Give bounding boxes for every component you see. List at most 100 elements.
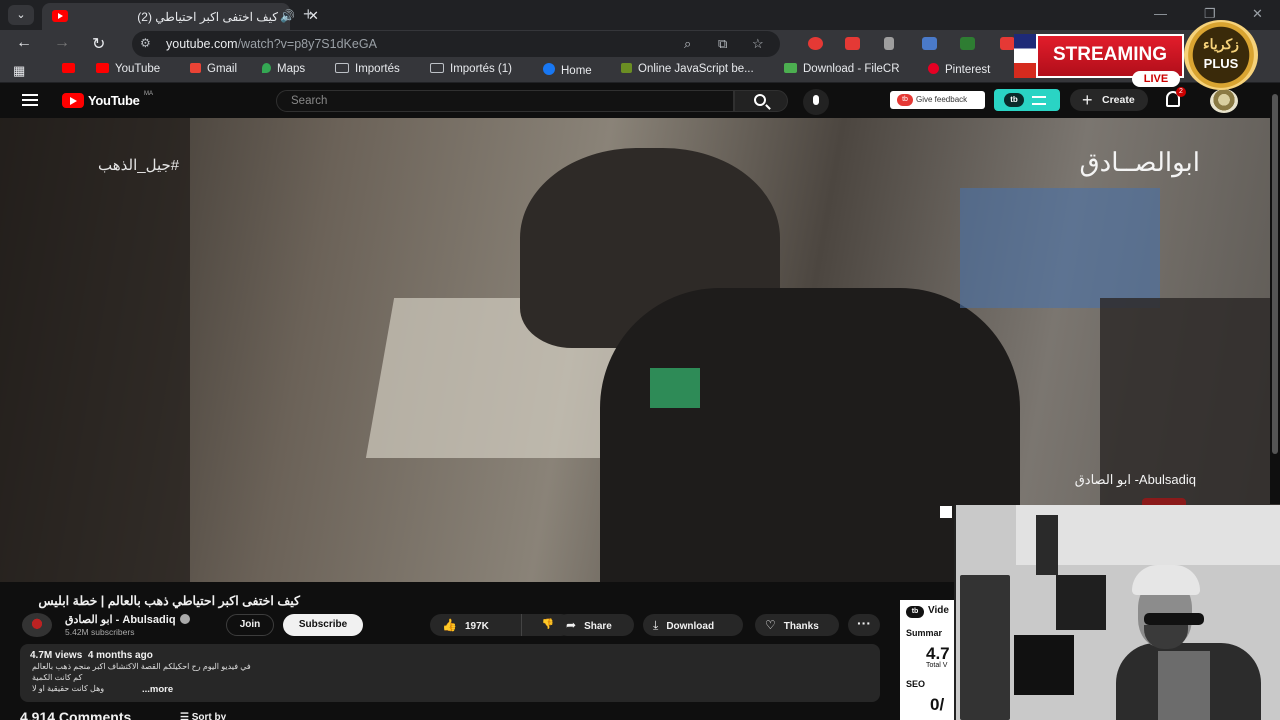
- live-label: LIVE: [1132, 71, 1180, 87]
- bookmark-star-icon[interactable]: ☆: [752, 36, 764, 52]
- thumbs-up-icon: 👍: [442, 618, 457, 632]
- youtube-header: YouTube MA Search Give feedback tb +Crea…: [0, 84, 1280, 118]
- sort-comments-button[interactable]: ☰ Sort by: [180, 712, 226, 720]
- video-screen-monitor: [960, 188, 1160, 308]
- reload-icon[interactable]: ↻: [92, 34, 105, 54]
- tab-title: كيف اختفى اكبر احتياطي (2): [137, 10, 278, 24]
- bookmark-folder-importes-1[interactable]: Importés (1): [430, 63, 512, 75]
- plus-arabic-text: زكرياء: [1203, 36, 1239, 52]
- panel-seo-value: 0/: [930, 695, 945, 714]
- account-avatar[interactable]: [1210, 89, 1238, 113]
- panel-seo-label: SEO: [906, 679, 926, 689]
- new-tab-button[interactable]: +: [303, 4, 314, 25]
- more-actions-button[interactable]: ···: [848, 614, 880, 636]
- bookmark-online-javascript[interactable]: Online JavaScript be...: [621, 63, 754, 75]
- extension-red-icon[interactable]: [808, 37, 823, 50]
- extension-translate-icon[interactable]: [922, 37, 937, 50]
- search-input[interactable]: Search: [276, 90, 734, 112]
- description-line: وهل كانت حقيقية او لا: [32, 684, 105, 693]
- tubebuddy-panel: tb Vide Summar 4.7 Total V SEO 0/: [900, 600, 954, 720]
- page-scrollbar[interactable]: [1270, 84, 1280, 504]
- address-bar[interactable]: ⚙ youtube.com/watch?v=p8y7S1dKeGA ⌕ ⧉ ☆: [132, 31, 780, 57]
- bookmark-youtube-small[interactable]: [62, 63, 81, 75]
- thanks-button[interactable]: ♡ Thanks: [755, 614, 839, 636]
- description-line: كم كانت الكمية: [32, 673, 83, 682]
- tubebuddy-menu-button[interactable]: tb: [994, 89, 1060, 111]
- youtube-wordmark[interactable]: YouTube: [88, 93, 140, 108]
- search-button[interactable]: [734, 90, 788, 112]
- video-credit: ابو الصادق -Abulsadiq: [1074, 472, 1196, 487]
- minimize-icon[interactable]: —: [1154, 6, 1167, 21]
- bookmark-pinterest[interactable]: Pinterest: [928, 63, 990, 76]
- subscribe-button[interactable]: Subscribe: [283, 614, 363, 636]
- flag-graphic: [1014, 34, 1036, 78]
- speaker-icon[interactable]: 🔊: [280, 9, 295, 23]
- share-button[interactable]: ➦ Share: [556, 614, 634, 636]
- youtube-logo-icon[interactable]: [62, 93, 84, 108]
- tubebuddy-logo-icon: tb: [1004, 93, 1024, 107]
- extension-tb-icon[interactable]: [845, 37, 860, 50]
- tab-search-button[interactable]: ⌄: [8, 5, 34, 25]
- plus-text: PLUS: [1203, 56, 1239, 71]
- folder-icon: [335, 63, 349, 73]
- extension-green-icon[interactable]: [960, 37, 975, 50]
- menu-lines-icon: [1032, 96, 1046, 105]
- apps-grid-icon[interactable]: ▦: [13, 63, 25, 79]
- voice-search-button[interactable]: [803, 89, 829, 115]
- gmail-icon: [190, 63, 201, 73]
- webcam-monitor: [1014, 635, 1074, 695]
- webcam-equipment-box: [1056, 575, 1106, 630]
- cast-icon[interactable]: ⧉: [718, 36, 727, 52]
- download-button[interactable]: ⤓ Download: [643, 614, 743, 636]
- forward-arrow-icon[interactable]: →: [54, 34, 70, 52]
- channel-name[interactable]: ابو الصادق - Abulsadiq: [65, 613, 190, 626]
- youtube-favicon-icon: [52, 10, 68, 22]
- search-icon: [754, 94, 766, 106]
- webcam-speaker: [1036, 515, 1058, 575]
- search-placeholder: Search: [291, 95, 328, 107]
- browser-tab-strip: ⌄ كيف اختفى اكبر احتياطي (2) 🔊 ✕ + — ❐ ✕: [0, 0, 1280, 30]
- streaming-live-badge: STREAMING LIVE: [1014, 34, 1184, 87]
- like-button[interactable]: 👍 197K: [430, 614, 522, 636]
- show-more-link[interactable]: ...more: [142, 684, 173, 695]
- plus-icon: +: [1082, 90, 1093, 110]
- bookmark-folder-importes[interactable]: Importés: [335, 63, 400, 75]
- bookmark-youtube[interactable]: YouTube: [96, 63, 160, 75]
- join-button[interactable]: Join: [226, 614, 274, 636]
- url-text: youtube.com/watch?v=p8y7S1dKeGA: [166, 37, 377, 51]
- zoom-icon[interactable]: ⌕: [684, 36, 691, 52]
- site-info-icon[interactable]: ⚙: [140, 36, 151, 50]
- channel-avatar[interactable]: [22, 613, 52, 637]
- description-box[interactable]: 4.7M views 4 months ago في فيديو اليوم ر…: [20, 644, 880, 702]
- close-window-icon[interactable]: ✕: [1252, 6, 1263, 22]
- hamburger-menu-icon[interactable]: [22, 94, 38, 106]
- extension-record-icon[interactable]: [1000, 37, 1015, 50]
- channel-watermark: ابوالصــادق: [1079, 148, 1201, 178]
- youtube-icon: [96, 63, 109, 73]
- verified-icon: [179, 614, 190, 624]
- back-arrow-icon[interactable]: ←: [16, 34, 32, 52]
- plus-logo: زكرياء PLUS: [1184, 20, 1258, 90]
- country-code: MA: [144, 91, 153, 97]
- panel-total-views: 4.7: [926, 644, 950, 663]
- filecr-icon: [784, 63, 797, 73]
- subscriber-count: 5.42M subscribers: [65, 627, 135, 637]
- bookmark-maps[interactable]: Maps: [262, 63, 305, 75]
- thumbs-down-icon: 👎: [541, 619, 555, 630]
- give-feedback-button[interactable]: Give feedback: [890, 91, 985, 109]
- share-icon[interactable]: [940, 506, 952, 518]
- bookmark-gmail[interactable]: Gmail: [190, 63, 237, 75]
- panel-total-label: Total V: [926, 662, 948, 669]
- extension-download-icon[interactable]: [884, 37, 894, 50]
- video-left-shadow: [0, 118, 190, 582]
- notifications-badge: 2: [1176, 87, 1186, 97]
- sunglasses: [1144, 613, 1204, 625]
- create-button[interactable]: + Create: [1070, 89, 1148, 111]
- like-dislike-group: 👍 197K 👎: [430, 614, 572, 636]
- bookmark-home[interactable]: Home: [543, 63, 592, 77]
- browser-tab-active[interactable]: كيف اختفى اكبر احتياطي (2) 🔊 ✕: [42, 3, 319, 30]
- panel-tab-summary[interactable]: Summar: [906, 628, 942, 638]
- views-and-date: 4.7M views 4 months ago: [30, 650, 153, 661]
- scrollbar-thumb[interactable]: [1272, 94, 1278, 454]
- bookmark-filecr[interactable]: Download - FileCR: [784, 63, 900, 75]
